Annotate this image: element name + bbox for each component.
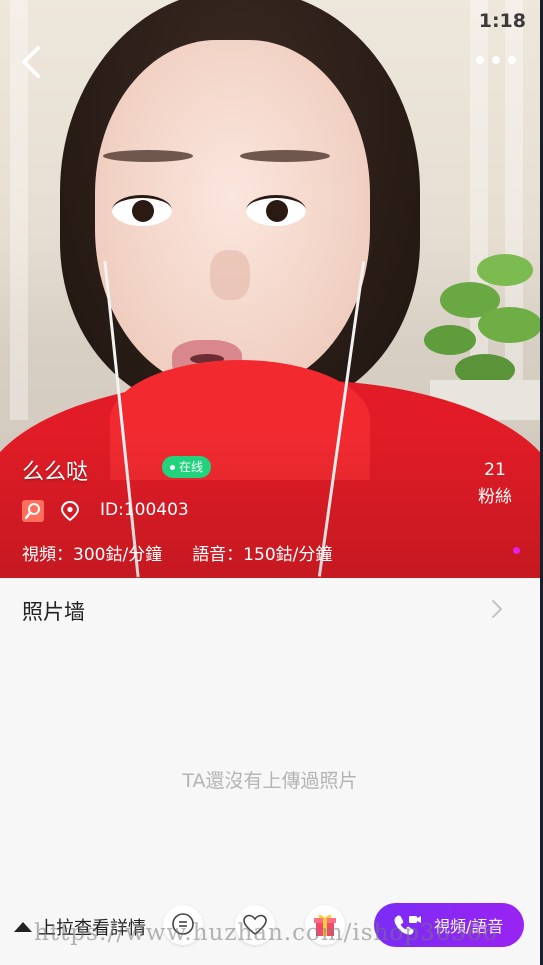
fans-counter[interactable]: 21 粉絲 bbox=[478, 460, 512, 507]
call-rates: 視頻：300鈷/分鐘 語音：150鈷/分鐘 bbox=[22, 540, 332, 565]
photo-wall-title[interactable]: 照片墙 bbox=[22, 596, 85, 626]
chevron-right-icon[interactable] bbox=[490, 598, 504, 620]
nose bbox=[210, 250, 250, 300]
fans-count: 21 bbox=[484, 460, 506, 480]
eye bbox=[112, 195, 172, 226]
profile-photo[interactable] bbox=[0, 0, 540, 578]
app-screen: 1:18 么么哒 在线 ID:100403 視頻：300鈷/分鐘 語音：150鈷… bbox=[0, 0, 540, 965]
back-chevron-icon[interactable] bbox=[14, 42, 48, 82]
dot bbox=[508, 56, 516, 64]
video-rate: 視頻：300鈷/分鐘 bbox=[22, 545, 163, 565]
online-label: 在线 bbox=[179, 460, 204, 474]
online-dot-icon bbox=[170, 464, 175, 470]
page-indicator-dot bbox=[513, 547, 520, 554]
triangle-up-icon bbox=[14, 922, 32, 932]
dot bbox=[492, 56, 500, 64]
fans-label: 粉絲 bbox=[478, 487, 512, 507]
eye bbox=[246, 195, 306, 226]
online-badge: 在线 bbox=[162, 456, 212, 478]
dot bbox=[476, 56, 484, 64]
photo-wall-empty-text: TA還沒有上傳過照片 bbox=[182, 770, 358, 792]
user-id: ID:100403 bbox=[100, 500, 189, 520]
eyebrow bbox=[103, 150, 193, 162]
more-dots-icon[interactable] bbox=[476, 56, 516, 64]
eyebrow bbox=[240, 150, 330, 162]
status-time: 1:18 bbox=[478, 10, 526, 32]
background-plant bbox=[424, 254, 540, 420]
watermark-text: https://www.huzhan.com/ishop36366 bbox=[34, 920, 499, 946]
nickname: 么么哒 bbox=[22, 460, 89, 485]
location-pin-icon[interactable] bbox=[60, 500, 80, 522]
voice-rate: 語音：150鈷/分鐘 bbox=[192, 545, 333, 565]
search-icon[interactable] bbox=[22, 500, 44, 522]
